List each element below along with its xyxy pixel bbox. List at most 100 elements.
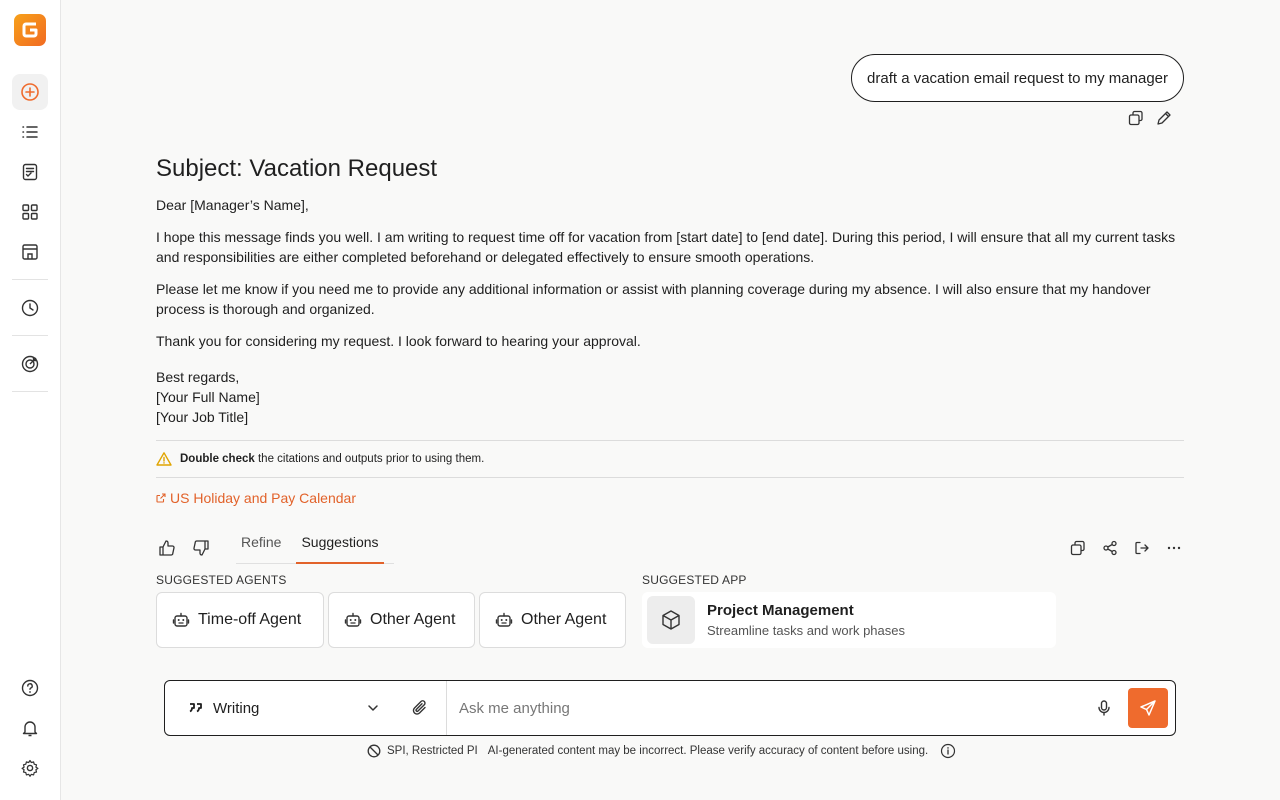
app-text: Project Management Streamline tasks and …: [707, 602, 905, 638]
app-logo[interactable]: [14, 14, 46, 46]
microphone-button[interactable]: [1094, 698, 1114, 718]
quote-icon: [189, 703, 202, 713]
sidebar-divider: [12, 279, 48, 280]
plus-circle-icon: [21, 83, 39, 101]
thumbs-down-icon: [193, 540, 209, 556]
chevron-down-icon: [368, 705, 378, 711]
ask-input[interactable]: [447, 681, 1094, 735]
sidebar-divider: [12, 335, 48, 336]
thumbs-down-button[interactable]: [191, 538, 211, 558]
user-message-actions: [1126, 108, 1174, 128]
agent-name: Time-off Agent: [198, 611, 302, 628]
warning-rest: the citations and outputs prior to using…: [254, 453, 485, 465]
history-button[interactable]: [12, 290, 48, 326]
help-button[interactable]: [12, 670, 48, 706]
send-icon: [1140, 700, 1156, 716]
gear-icon: [21, 759, 39, 777]
warning-bold: Double check: [180, 453, 255, 465]
logo-icon: [22, 22, 38, 38]
tab-refine[interactable]: Refine: [236, 530, 286, 563]
footer-disclaimer: SPI, Restricted PI AI-generated content …: [367, 743, 956, 759]
warning-notice: Double check the citations and outputs p…: [156, 451, 484, 467]
paperclip-icon[interactable]: [410, 698, 430, 718]
citation-link[interactable]: US Holiday and Pay Calendar: [156, 490, 356, 506]
warning-text: Double check the citations and outputs p…: [180, 453, 484, 465]
warning-icon: [156, 452, 172, 466]
classification-label: SPI, Restricted PI: [387, 745, 478, 757]
edit-message-button[interactable]: [1154, 108, 1174, 128]
suggested-agents-label: SUGGESTED AGENTS: [156, 573, 287, 587]
notifications-button[interactable]: [12, 710, 48, 746]
external-link-icon: [156, 493, 166, 503]
assistant-response: Subject: Vacation Request Dear [Manager’…: [156, 155, 1184, 427]
app-icon-box: [647, 596, 695, 644]
email-paragraph: Please let me know if you need me to pro…: [156, 281, 1151, 317]
email-paragraph: I hope this message finds you well. I am…: [156, 229, 1176, 265]
user-message: draft a vacation email request to my man…: [851, 54, 1184, 102]
goals-button[interactable]: [12, 346, 48, 382]
copy-response-button[interactable]: [1068, 538, 1088, 558]
agent-name: Other Agent: [521, 611, 607, 628]
agent-card[interactable]: Other Agent: [328, 592, 475, 648]
email-name: [Your Full Name]: [156, 389, 260, 405]
response-actions: [1068, 538, 1184, 558]
send-button[interactable]: [1128, 688, 1168, 728]
email-paragraph: Thank you for considering my request. I …: [156, 333, 641, 349]
pencil-icon: [1157, 111, 1171, 125]
microphone-icon: [1098, 700, 1110, 716]
help-icon: [21, 679, 39, 697]
thumbs-up-icon: [159, 540, 175, 556]
info-icon[interactable]: [940, 743, 956, 759]
app-title: Project Management: [707, 602, 854, 619]
checklist-doc-icon: [22, 163, 38, 181]
share-button[interactable]: [1100, 538, 1120, 558]
mode-label: Writing: [213, 699, 260, 717]
tab-suggestions[interactable]: Suggestions: [296, 530, 384, 564]
sidebar: [0, 0, 61, 800]
agent-name: Other Agent: [370, 611, 456, 628]
list-icon: [22, 126, 38, 138]
list-button[interactable]: [12, 114, 48, 150]
apps-button[interactable]: [12, 194, 48, 230]
restricted-icon: [367, 744, 381, 758]
ellipsis-icon: [1167, 546, 1181, 550]
cube-icon: [662, 610, 680, 630]
thumbs-up-button[interactable]: [157, 538, 177, 558]
copy-icon: [1070, 540, 1085, 556]
divider: [156, 440, 1184, 441]
robot-icon: [495, 612, 513, 627]
sidebar-divider: [12, 391, 48, 392]
response-tabs: Refine Suggestions: [236, 530, 394, 564]
grid-icon: [22, 204, 38, 220]
agent-card[interactable]: Other Agent: [479, 592, 626, 648]
new-chat-button[interactable]: [12, 74, 48, 110]
settings-button[interactable]: [12, 750, 48, 786]
copy-message-button[interactable]: [1126, 108, 1146, 128]
tasks-button[interactable]: [12, 154, 48, 190]
divider: [156, 477, 1184, 478]
agent-card[interactable]: Time-off Agent: [156, 592, 324, 648]
history-icon: [21, 299, 39, 317]
main-content: draft a vacation email request to my man…: [61, 0, 1280, 800]
copy-icon: [1128, 110, 1143, 126]
email-greeting: Dear [Manager’s Name],: [156, 197, 309, 213]
email-job-title: [Your Job Title]: [156, 409, 249, 425]
disclaimer-text: AI-generated content may be incorrect. P…: [487, 745, 929, 757]
mode-selector[interactable]: Writing: [165, 681, 447, 735]
email-subject: Subject: Vacation Request: [156, 155, 438, 182]
bell-icon: [22, 721, 38, 737]
citation-link-text: US Holiday and Pay Calendar: [170, 490, 356, 506]
user-message-text: draft a vacation email request to my man…: [867, 69, 1168, 87]
email-closing: Best regards,: [156, 369, 240, 385]
chat-composer: Writing: [164, 680, 1176, 736]
suggested-app-card[interactable]: Project Management Streamline tasks and …: [642, 592, 1056, 648]
export-button[interactable]: [1132, 538, 1152, 558]
share-icon: [1103, 540, 1117, 556]
robot-icon: [344, 612, 362, 627]
more-options-button[interactable]: [1164, 538, 1184, 558]
robot-icon: [172, 612, 190, 627]
suggested-app-label: SUGGESTED APP: [642, 573, 747, 587]
app-subtitle: Streamline tasks and work phases: [707, 623, 905, 638]
store-button[interactable]: [12, 234, 48, 270]
email-signature: Best regards, [Your Full Name] [Your Job…: [156, 367, 1184, 427]
